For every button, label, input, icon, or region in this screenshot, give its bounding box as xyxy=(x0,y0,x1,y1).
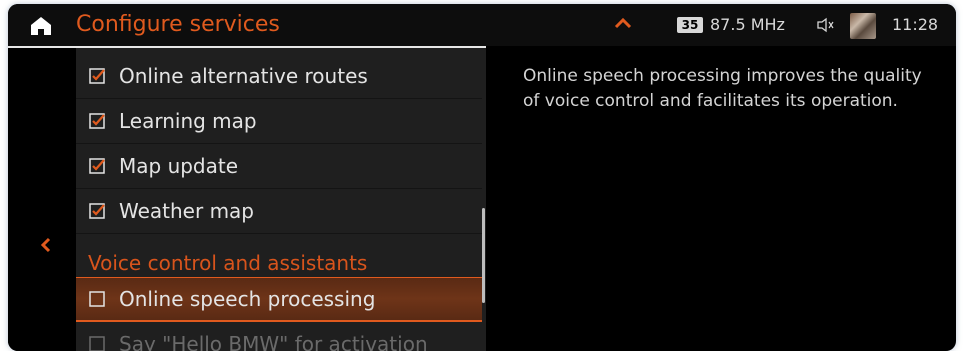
section-header-voice-control: Voice control and assistants xyxy=(76,245,482,275)
list-item-learning-map[interactable]: Learning map xyxy=(76,99,482,144)
station-preset-badge: 35 xyxy=(677,17,703,33)
checkbox-checked-icon[interactable] xyxy=(89,113,105,129)
chevron-up-icon[interactable] xyxy=(614,16,632,30)
header-bar: Configure services 35 87.5 MHz 11:28 xyxy=(8,4,956,46)
page-title: Configure services xyxy=(76,12,280,37)
clock: 11:28 xyxy=(892,15,939,34)
infotainment-screen: Configure services 35 87.5 MHz 11:28 Onl… xyxy=(8,4,956,351)
checkbox-unchecked-icon[interactable] xyxy=(89,336,105,351)
list-item-online-alternative-routes[interactable]: Online alternative routes xyxy=(76,54,482,99)
list-item-label: Online speech processing xyxy=(119,287,376,311)
list-item-label: Say "Hello BMW" for activation xyxy=(119,332,428,351)
chevron-left-icon[interactable] xyxy=(40,236,52,254)
services-list[interactable]: Online alternative routes Learning map M… xyxy=(76,48,486,351)
list-item-label: Learning map xyxy=(119,109,257,133)
left-rail xyxy=(8,48,76,351)
detail-description: Online speech processing improves the qu… xyxy=(523,66,922,111)
home-icon[interactable] xyxy=(30,16,52,36)
list-item-label: Weather map xyxy=(119,199,254,223)
list-item-hello-bmw-activation[interactable]: Say "Hello BMW" for activation xyxy=(76,322,482,351)
list-item-weather-map[interactable]: Weather map xyxy=(76,189,482,234)
scrollbar[interactable] xyxy=(482,208,485,303)
checkbox-checked-icon[interactable] xyxy=(89,158,105,174)
checkbox-checked-icon[interactable] xyxy=(89,68,105,84)
checkbox-checked-icon[interactable] xyxy=(89,203,105,219)
album-cover-icon xyxy=(850,13,876,39)
list-item-online-speech-processing[interactable]: Online speech processing xyxy=(76,277,482,322)
list-item-label: Online alternative routes xyxy=(119,64,368,88)
list-item-map-update[interactable]: Map update xyxy=(76,144,482,189)
speaker-muted-icon xyxy=(817,17,834,33)
checkbox-unchecked-icon[interactable] xyxy=(89,291,105,307)
list-item-label: Map update xyxy=(119,154,239,178)
radio-frequency: 87.5 MHz xyxy=(710,15,785,34)
section-title: Voice control and assistants xyxy=(88,251,368,275)
